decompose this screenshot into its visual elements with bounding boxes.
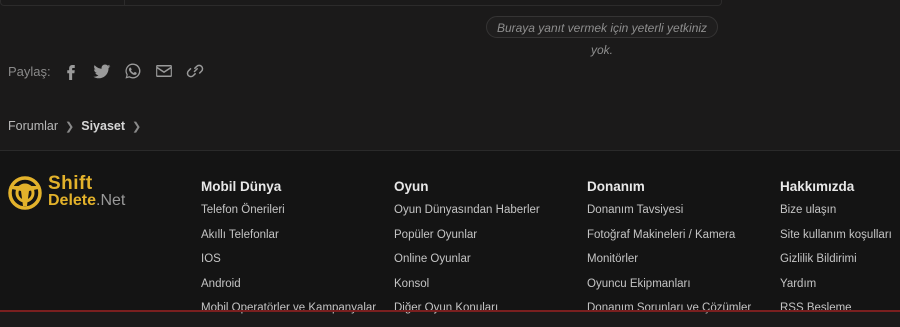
previous-post-box-edge xyxy=(0,0,722,6)
site-footer: Shift Delete.Net Mobil Dünya Telefon Öne… xyxy=(0,150,900,314)
footer-link[interactable]: Site kullanım koşulları xyxy=(780,229,892,254)
breadcrumb-siyaset[interactable]: Siyaset xyxy=(81,119,125,133)
footer-link[interactable]: Android xyxy=(201,278,376,303)
thread-bottom-area: Buraya yanıt vermek için yeterli yetkini… xyxy=(0,0,900,150)
logo-emblem-icon xyxy=(8,176,42,210)
footer-link[interactable]: Popüler Oyunlar xyxy=(394,229,540,254)
footer-column-title: Hakkımızda xyxy=(780,179,855,194)
footer-link[interactable]: Fotoğraf Makineleri / Kamera xyxy=(587,229,751,254)
breadcrumb: Forumlar ❯ Siyaset ❯ xyxy=(8,118,148,134)
footer-link[interactable]: Bize ulaşın xyxy=(780,204,892,229)
footer-column-title: Mobil Dünya xyxy=(201,179,282,194)
footer-link[interactable]: RSS Besleme xyxy=(780,302,892,327)
footer-link[interactable]: Konsol xyxy=(394,278,540,303)
footer-column-title: Donanım xyxy=(587,179,645,194)
share-label: Paylaş: xyxy=(8,63,51,79)
facebook-icon[interactable] xyxy=(61,61,81,81)
footer-link[interactable]: Gizlilik Bildirimi xyxy=(780,253,892,278)
post-divider xyxy=(124,0,125,5)
chevron-right-icon: ❯ xyxy=(65,120,75,133)
footer-link[interactable]: Yardım xyxy=(780,278,892,303)
footer-column-oyun: Oyun Oyun Dünyasından Haberler Popüler O… xyxy=(394,179,540,327)
footer-link[interactable]: Donanım Sorunları ve Çözümler xyxy=(587,302,751,327)
footer-column-title: Oyun xyxy=(394,179,429,194)
footer-link[interactable]: Mobil Operatörler ve Kampanyalar xyxy=(201,302,376,327)
footer-link[interactable]: IOS xyxy=(201,253,376,278)
footer-link[interactable]: Oyuncu Ekipmanları xyxy=(587,278,751,303)
chevron-right-icon: ❯ xyxy=(132,120,142,133)
site-logo[interactable]: Shift Delete.Net xyxy=(8,173,138,213)
footer-column-hakkimizda: Hakkımızda Bize ulaşın Site kullanım koş… xyxy=(780,179,892,327)
share-bar: Paylaş: xyxy=(8,61,216,81)
logo-text-deletenet: Delete.Net xyxy=(48,192,125,210)
twitter-icon[interactable] xyxy=(92,61,112,81)
footer-link[interactable]: Akıllı Telefonlar xyxy=(201,229,376,254)
whatsapp-icon[interactable] xyxy=(123,61,143,81)
footer-link[interactable]: Monitörler xyxy=(587,253,751,278)
logo-text-delete: Delete xyxy=(48,192,97,209)
breadcrumb-forums[interactable]: Forumlar xyxy=(8,119,58,133)
footer-link[interactable]: Donanım Tavsiyesi xyxy=(587,204,751,229)
footer-accent-line xyxy=(0,310,900,312)
footer-link[interactable]: Oyun Dünyasından Haberler xyxy=(394,204,540,229)
footer-link[interactable]: Online Oyunlar xyxy=(394,253,540,278)
footer-link[interactable]: Telefon Önerileri xyxy=(201,204,376,229)
logo-text-net: .Net xyxy=(96,192,126,209)
no-permission-notice: Buraya yanıt vermek için yeterli yetkini… xyxy=(486,16,718,57)
email-icon[interactable] xyxy=(154,61,174,81)
footer-column-mobil: Mobil Dünya Telefon Önerileri Akıllı Tel… xyxy=(201,179,376,327)
footer-column-donanim: Donanım Donanım Tavsiyesi Fotoğraf Makin… xyxy=(587,179,751,327)
footer-link[interactable]: Diğer Oyun Konuları xyxy=(394,302,540,327)
link-icon[interactable] xyxy=(185,61,205,81)
